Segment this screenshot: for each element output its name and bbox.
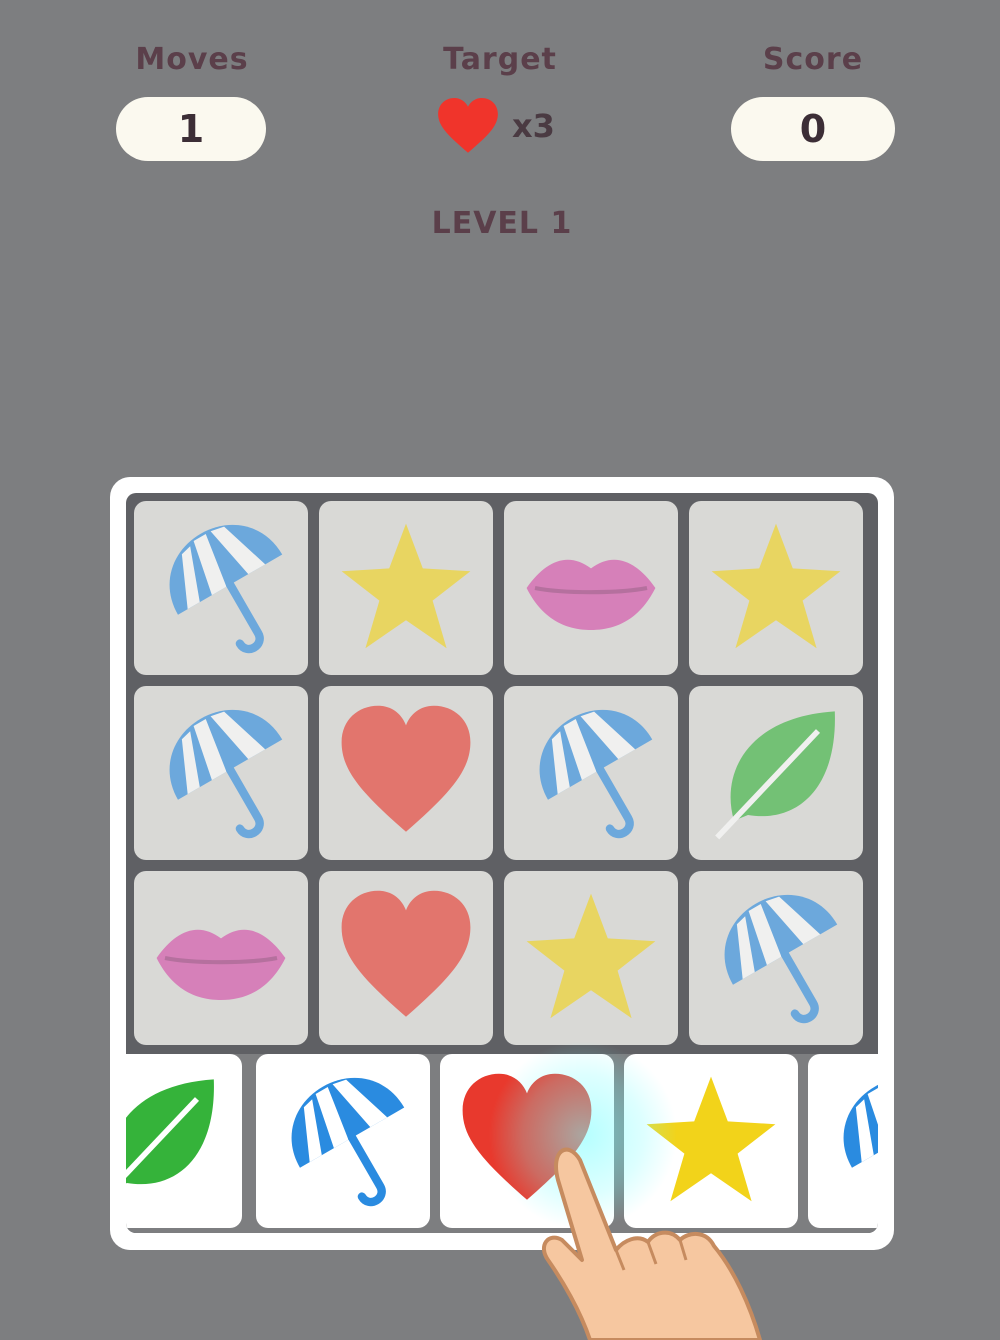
board-tile-star[interactable] xyxy=(504,871,678,1045)
board-tile-lips[interactable] xyxy=(504,501,678,675)
tray-tile-umbrella[interactable] xyxy=(256,1054,430,1228)
pointing-hand-icon xyxy=(542,1147,762,1340)
lips-icon xyxy=(156,929,286,1000)
leaf-icon xyxy=(126,1079,214,1185)
tray-tile-leaf[interactable] xyxy=(126,1054,242,1228)
star-icon xyxy=(711,523,841,649)
tile-grid xyxy=(126,493,878,1233)
board-tile-umbrella[interactable] xyxy=(134,501,308,675)
target-indicator: x3 xyxy=(436,96,576,156)
board-tile-leaf[interactable] xyxy=(689,686,863,860)
umbrella-icon xyxy=(843,1077,878,1168)
score-counter: 0 xyxy=(731,97,895,161)
board-tile-umbrella[interactable] xyxy=(504,686,678,860)
star-icon xyxy=(526,893,656,1019)
board-tile-star[interactable] xyxy=(319,501,493,675)
umbrella-icon xyxy=(169,524,283,654)
moves-label: Moves xyxy=(135,42,249,77)
board-tile-umbrella[interactable] xyxy=(689,871,863,1045)
board-tile-lips[interactable] xyxy=(134,871,308,1045)
target-count: x3 xyxy=(512,107,555,145)
board-tile-star[interactable] xyxy=(689,501,863,675)
star-icon xyxy=(341,523,471,649)
umbrella-icon xyxy=(291,1077,405,1207)
board-tile-heart[interactable] xyxy=(319,871,493,1045)
score-label: Score xyxy=(762,42,864,77)
board-tile-umbrella[interactable] xyxy=(134,686,308,860)
umbrella-icon xyxy=(539,709,653,839)
heart-icon xyxy=(438,98,498,153)
moves-counter: 1 xyxy=(116,97,266,161)
umbrella-icon xyxy=(724,894,838,1024)
level-title: LEVEL 1 xyxy=(431,206,573,241)
leaf-icon xyxy=(715,711,835,840)
tray-tile-umbrella[interactable] xyxy=(808,1054,878,1228)
lips-icon xyxy=(526,559,656,630)
target-label: Target xyxy=(443,42,557,77)
heart-icon xyxy=(341,890,471,1017)
heart-icon xyxy=(341,705,471,832)
board-tile-heart[interactable] xyxy=(319,686,493,860)
umbrella-icon xyxy=(169,709,283,839)
